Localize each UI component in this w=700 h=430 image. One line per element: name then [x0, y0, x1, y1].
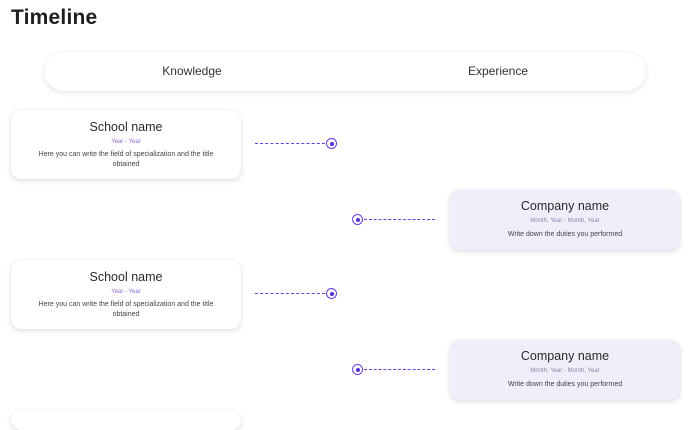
timeline-node-icon	[326, 138, 337, 149]
timeline-connector	[352, 364, 437, 376]
company-dates: Month, Year - Month, Year	[530, 368, 600, 374]
dashed-line	[364, 219, 435, 220]
timeline-connector	[255, 138, 340, 150]
school-card: School name Year - Year Here you can wri…	[11, 260, 241, 329]
dashed-line	[364, 369, 435, 370]
school-card: School name Year - Year Here you can wri…	[11, 110, 241, 179]
company-dates: Month, Year - Month, Year	[530, 218, 600, 224]
company-card: Company name Month, Year - Month, Year W…	[450, 190, 680, 250]
company-description: Write down the duties you performed	[507, 231, 623, 238]
school-dates: Year - Year	[111, 139, 141, 145]
timeline-node-icon	[326, 288, 337, 299]
dashed-line	[255, 293, 325, 294]
company-card: Company name Month, Year - Month, Year W…	[450, 340, 680, 400]
timeline-connector	[352, 214, 437, 226]
timeline-node-icon	[352, 214, 363, 225]
school-description: Here you can write the field of speciali…	[38, 301, 214, 318]
tab-knowledge[interactable]: Knowledge	[62, 52, 322, 91]
school-description: Here you can write the field of speciali…	[38, 151, 214, 168]
company-name: Company name	[520, 349, 610, 363]
timeline-tabs: Knowledge Experience	[44, 52, 646, 91]
timeline-connector	[255, 288, 340, 300]
tab-experience[interactable]: Experience	[368, 52, 628, 91]
company-description: Write down the duties you performed	[507, 381, 623, 388]
page-title: Timeline	[11, 6, 98, 29]
school-name: School name	[89, 120, 163, 134]
school-card-partial	[11, 410, 241, 430]
dashed-line	[255, 143, 325, 144]
timeline-node-icon	[352, 364, 363, 375]
school-name: School name	[89, 270, 163, 284]
school-dates: Year - Year	[111, 289, 141, 295]
company-name: Company name	[520, 199, 610, 213]
